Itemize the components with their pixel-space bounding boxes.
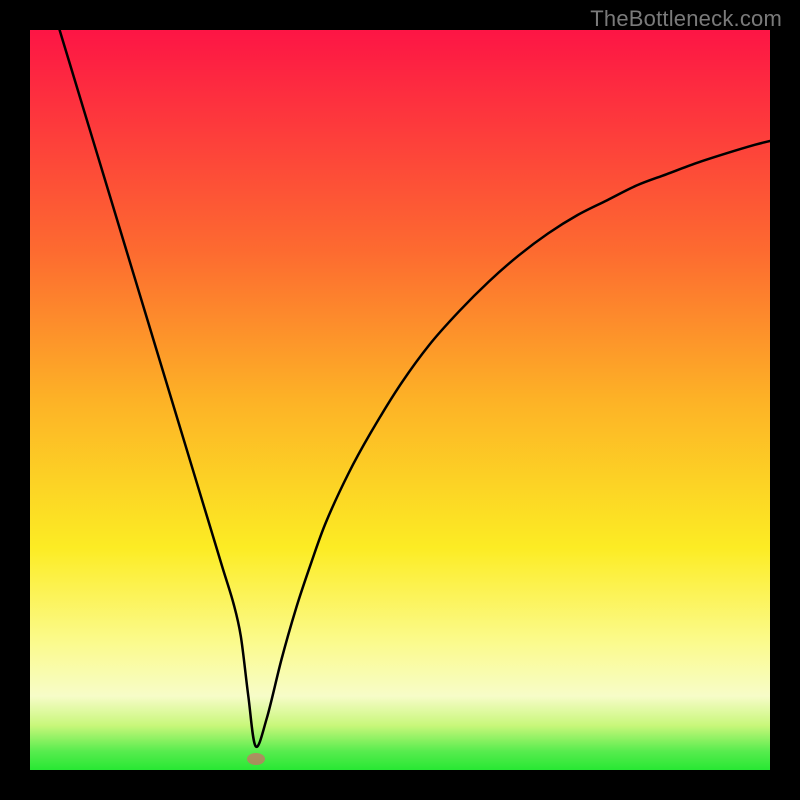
minimum-marker [247, 753, 265, 765]
watermark-text: TheBottleneck.com [590, 6, 782, 32]
chart-container: TheBottleneck.com [0, 0, 800, 800]
curve-layer [30, 30, 770, 770]
plot-area [30, 30, 770, 770]
bottleneck-curve [60, 30, 770, 747]
